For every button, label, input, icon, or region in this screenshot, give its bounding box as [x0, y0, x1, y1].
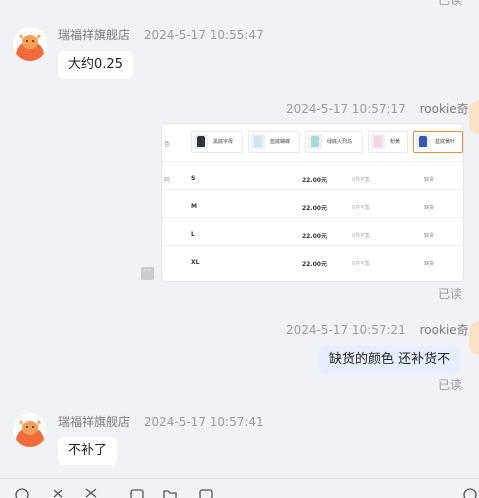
message-time: 2024-5-17 10:57:21	[286, 323, 406, 337]
message-time: 2024-5-17 10:57:41	[143, 415, 264, 429]
stock-value: 0件可售	[352, 261, 371, 267]
stock-status: 缺货	[424, 233, 435, 239]
shop-avatar[interactable]	[13, 27, 47, 61]
sender-name: 瑞福祥旗舰店	[58, 415, 131, 429]
color-option: 粉黄	[368, 131, 408, 153]
message-meta: 2024-5-17 10:57:17 rookie奇	[286, 100, 469, 117]
message-bubble[interactable]: 缺货的颜色 还补货不	[319, 346, 461, 374]
user-avatar[interactable]	[469, 100, 479, 134]
color-option: 蓝底蝴蝶	[248, 131, 300, 153]
sender-name: 瑞福祥旗舰店	[58, 28, 131, 42]
stock-value: 0件可售	[352, 233, 371, 239]
stock-status: 缺货	[424, 261, 435, 267]
color-option-selected: 蓝底黄叶	[413, 131, 463, 153]
read-receipt: 已读	[438, 378, 463, 392]
price-value: 22.00元	[302, 233, 327, 240]
user-avatar[interactable]	[469, 321, 479, 355]
shop-avatar[interactable]	[13, 413, 47, 447]
message-meta: 瑞福祥旗舰店 2024-5-17 10:55:47	[58, 26, 264, 43]
size-value: XL	[191, 259, 200, 266]
stock-value: 0件可售	[352, 205, 371, 211]
message-meta: 2024-5-17 10:57:21 rookie奇	[286, 321, 469, 338]
history-icon[interactable]	[463, 488, 477, 498]
input-toolbar	[0, 478, 479, 498]
stock-status: 缺货	[424, 205, 435, 211]
price-value: 22.00元	[302, 177, 327, 184]
read-receipt: 已读	[438, 287, 463, 301]
message-bubble[interactable]: 不补了	[58, 437, 118, 465]
size-value: M	[191, 203, 197, 210]
product-icon[interactable]	[199, 488, 213, 498]
sender-name: rookie奇	[419, 102, 469, 116]
ellipsis-icon[interactable]: ···	[141, 267, 154, 280]
price-value: 22.00元	[302, 205, 327, 212]
price-value: 22.00元	[302, 261, 327, 268]
emoji-icon[interactable]	[15, 488, 29, 498]
product-spec-image[interactable]: 色 黑底字母 蓝底蝴蝶 绿底火烈鸟 粉黄 蓝底黄叶 码 S 22.00元 0件可…	[162, 124, 463, 281]
read-receipt: 已读	[438, 0, 463, 7]
folder-icon[interactable]	[163, 488, 177, 498]
message-meta: 瑞福祥旗舰店 2024-5-17 10:57:41	[58, 413, 264, 430]
cut-icon[interactable]	[84, 488, 98, 498]
stock-status: 缺货	[424, 177, 435, 183]
color-option: 绿底火烈鸟	[305, 131, 363, 153]
message-time: 2024-5-17 10:57:17	[286, 102, 406, 116]
size-value: L	[191, 231, 195, 238]
sender-name: rookie奇	[419, 323, 469, 337]
scissors-icon[interactable]	[52, 488, 64, 498]
image-icon[interactable]	[130, 488, 144, 498]
size-value: S	[191, 175, 196, 182]
stock-value: 0件可售	[352, 177, 371, 183]
message-bubble[interactable]: 大约0.25	[58, 51, 133, 79]
color-option: 黑底字母	[191, 131, 243, 153]
message-time: 2024-5-17 10:55:47	[143, 28, 264, 42]
